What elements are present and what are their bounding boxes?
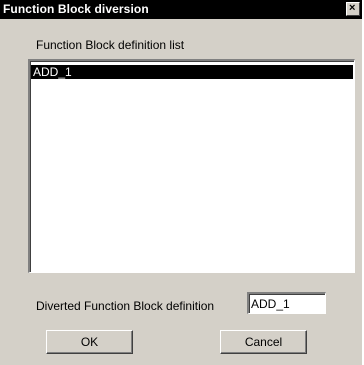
close-icon: × [349,2,356,14]
window-title: Function Block diversion [3,2,149,16]
definition-listbox[interactable]: ADD_1 [28,59,355,273]
definition-list-label: Function Block definition list [36,38,185,52]
dialog-window: Function Block diversion × Function Bloc… [0,0,362,365]
ok-button[interactable]: OK [46,330,133,354]
cancel-button[interactable]: Cancel [220,330,307,354]
list-item-add-1[interactable]: ADD_1 [31,65,353,79]
title-bar[interactable]: Function Block diversion × [0,0,362,19]
diverted-definition-label: Diverted Function Block definition [36,299,215,313]
diverted-definition-input[interactable] [247,292,326,314]
close-button[interactable]: × [346,2,360,16]
